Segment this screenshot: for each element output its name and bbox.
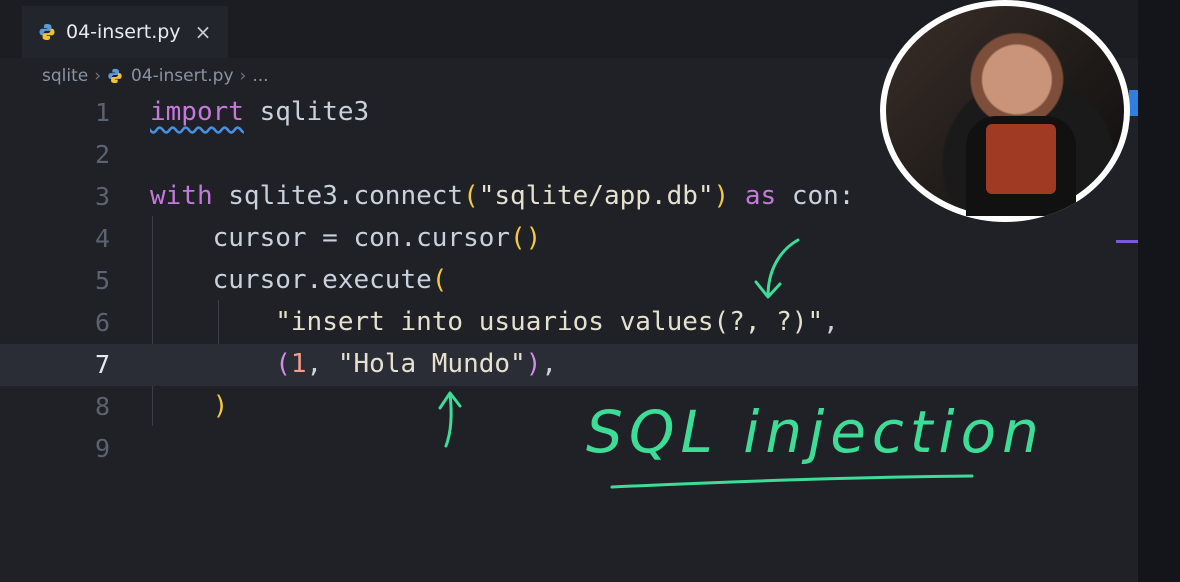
annotation-text: SQL injection	[586, 398, 1045, 466]
up-arrow-icon	[444, 392, 453, 448]
annotation-underline	[610, 474, 974, 489]
handwritten-annotation: SQL injection	[438, 238, 1045, 489]
down-arrow-icon	[766, 238, 800, 298]
